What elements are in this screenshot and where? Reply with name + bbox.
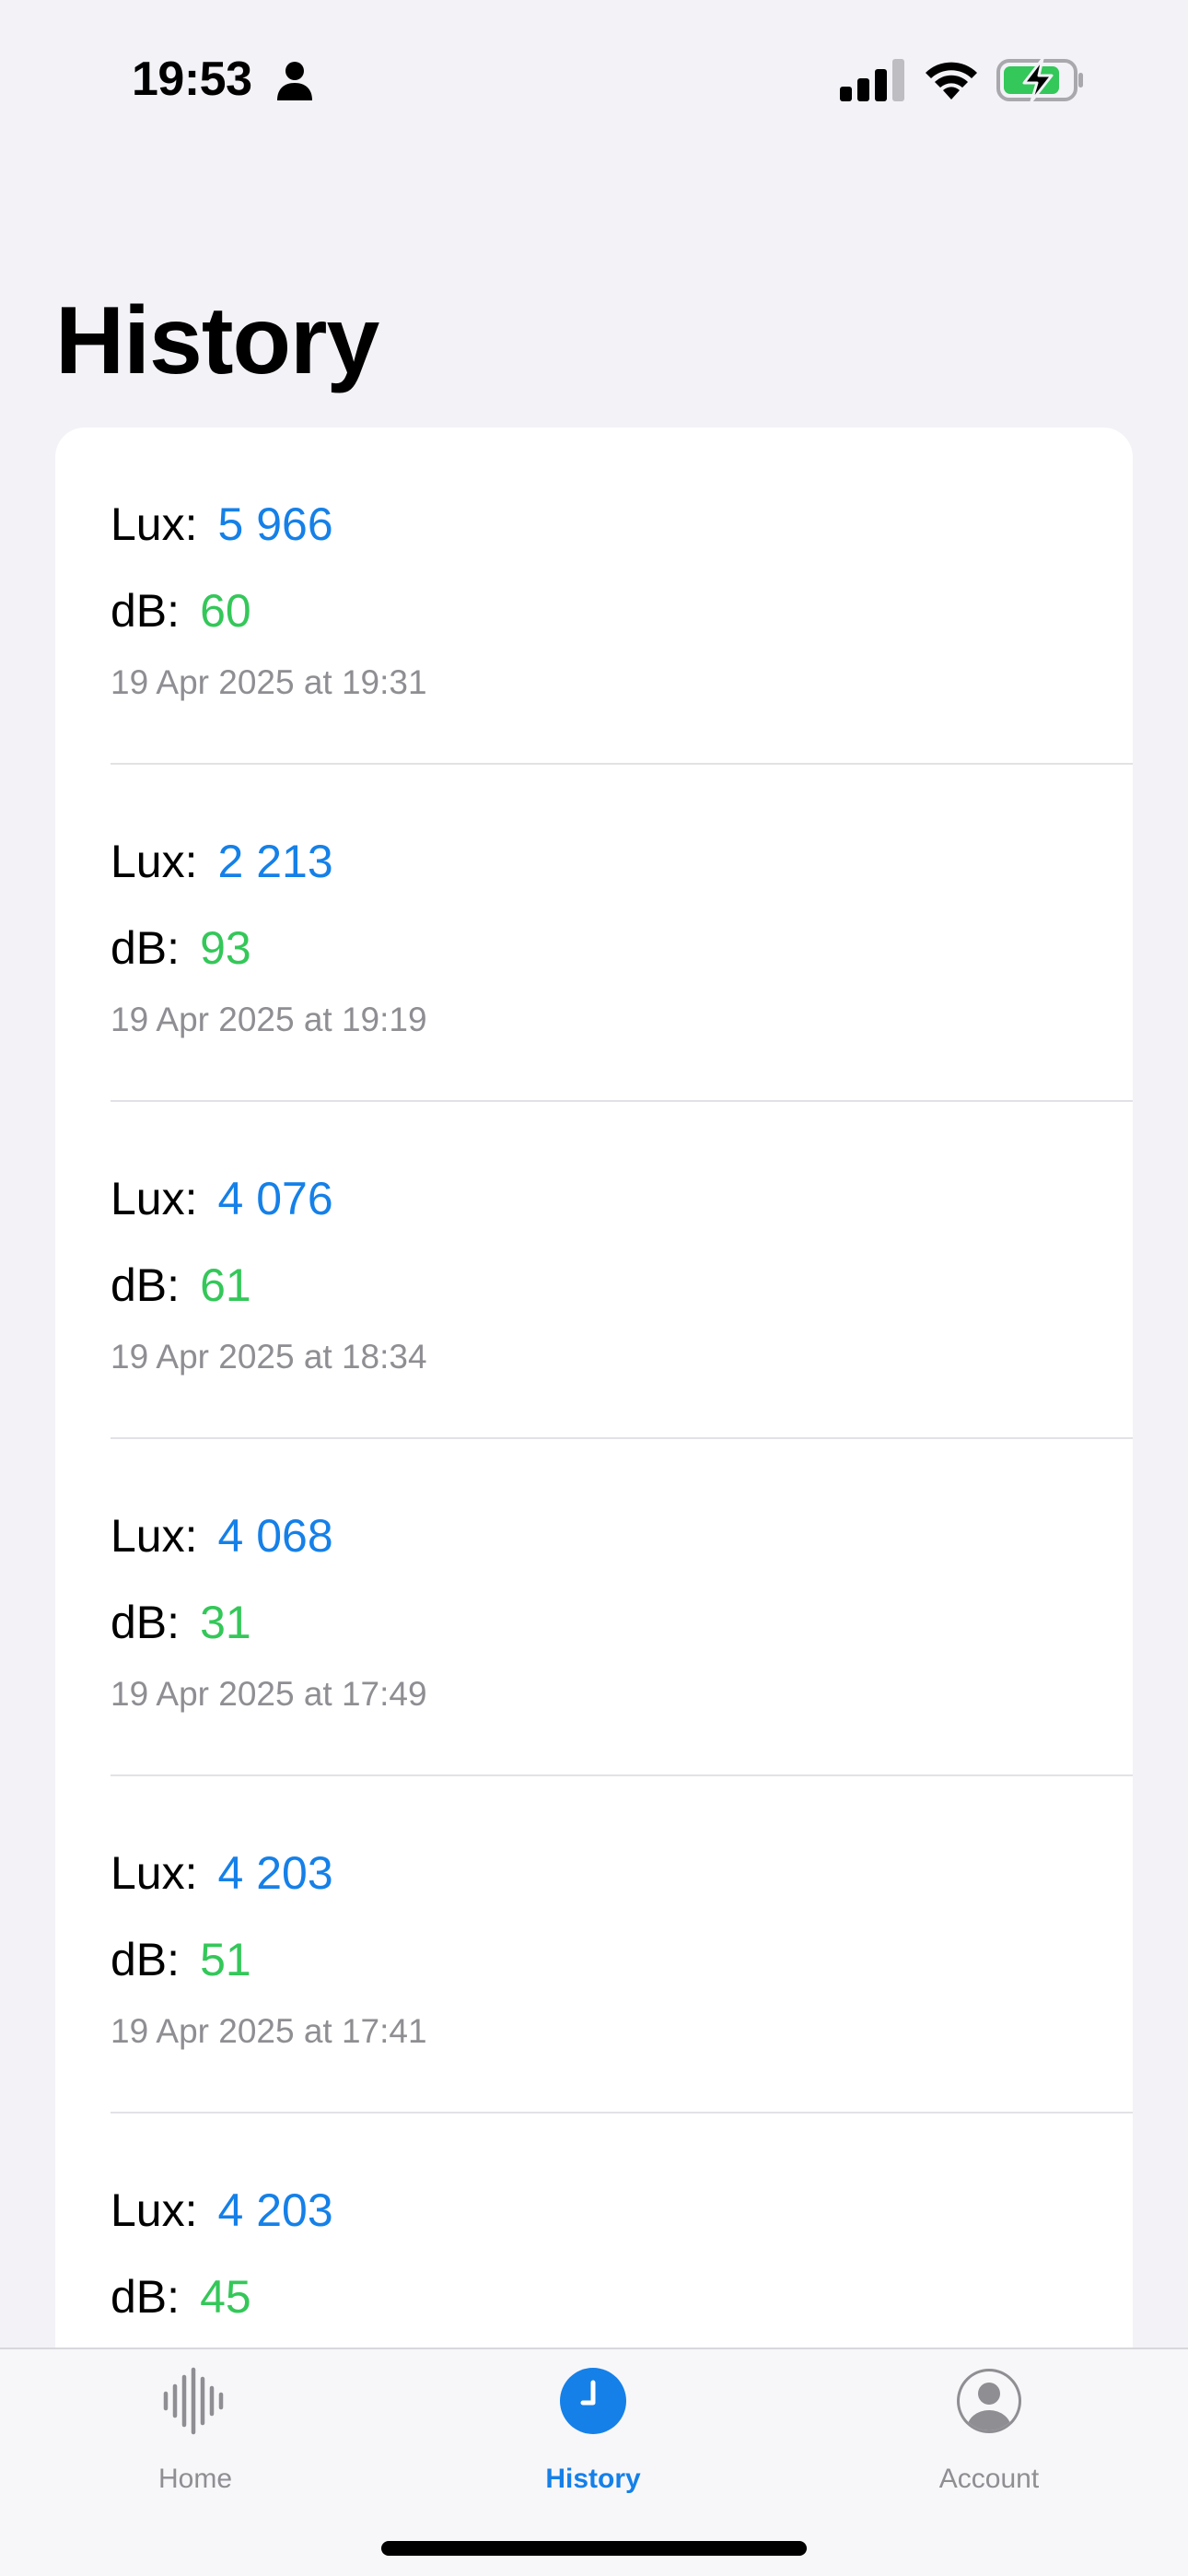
waveform-icon: [163, 2367, 224, 2435]
db-value: 93: [200, 922, 251, 974]
lux-line: Lux: 4 203: [111, 1850, 333, 1896]
lux-label: Lux:: [111, 836, 198, 887]
lux-value: 4 076: [217, 1173, 333, 1224]
person-circle-icon: [957, 2369, 1021, 2433]
db-label: dB:: [111, 922, 181, 974]
tab-account[interactable]: Account: [851, 2349, 1127, 2534]
row-date: 19 Apr 2025 at 17:41: [111, 2012, 427, 2050]
lux-label: Lux:: [111, 1847, 198, 1899]
history-row[interactable]: Lux: 2 213 dB: 93 19 Apr 2025 at 19:19: [55, 765, 1133, 1102]
lux-value: 5 966: [217, 498, 333, 550]
person-icon: [277, 62, 312, 100]
status-time: 19:53: [132, 53, 252, 106]
lux-line: Lux: 4 203: [111, 2187, 333, 2233]
db-label: dB:: [111, 1934, 181, 1985]
db-line: dB: 61: [111, 1262, 251, 1308]
db-line: dB: 51: [111, 1937, 251, 1983]
row-date: 19 Apr 2025 at 19:31: [111, 663, 427, 701]
row-date: 19 Apr 2025 at 19:19: [111, 1001, 427, 1038]
db-label: dB:: [111, 1597, 181, 1648]
lux-line: Lux: 2 213: [111, 838, 333, 884]
db-value: 31: [200, 1597, 251, 1648]
db-value: 60: [200, 585, 251, 637]
tab-home[interactable]: Home: [57, 2349, 333, 2534]
db-value: 45: [200, 2271, 251, 2323]
page-title: History: [55, 287, 379, 394]
lux-value: 4 203: [217, 2184, 333, 2236]
battery-charging-icon: [996, 57, 1083, 103]
cellular-signal-icon: [840, 59, 904, 101]
lux-label: Lux:: [111, 2184, 198, 2236]
lux-line: Lux: 4 068: [111, 1513, 333, 1559]
db-line: dB: 45: [111, 2274, 251, 2320]
lux-value: 2 213: [217, 836, 333, 887]
tab-history[interactable]: History: [455, 2349, 731, 2534]
row-date: 19 Apr 2025 at 18:34: [111, 1338, 427, 1376]
db-value: 51: [200, 1934, 251, 1985]
lux-label: Lux:: [111, 1510, 198, 1562]
db-line: dB: 60: [111, 588, 251, 634]
wifi-icon: [926, 62, 977, 100]
row-date: 19 Apr 2025 at 17:49: [111, 1675, 427, 1713]
db-label: dB:: [111, 585, 181, 637]
history-row[interactable]: Lux: 5 966 dB: 60 19 Apr 2025 at 19:31: [55, 427, 1133, 765]
db-line: dB: 93: [111, 925, 251, 971]
lux-line: Lux: 5 966: [111, 501, 333, 547]
history-list[interactable]: Lux: 5 966 dB: 60 19 Apr 2025 at 19:31 Lux…: [55, 427, 1133, 2576]
db-line: dB: 31: [111, 1599, 251, 1645]
db-value: 61: [200, 1259, 251, 1311]
lux-label: Lux:: [111, 498, 198, 550]
db-label: dB:: [111, 1259, 181, 1311]
screen: 19:53 History Lux: 5 966 dB: 60 19 Apr 2…: [0, 0, 1188, 2576]
home-indicator[interactable]: [381, 2541, 807, 2556]
status-bar: 19:53: [0, 0, 1188, 157]
tab-history-label: History: [545, 2464, 641, 2494]
clock-icon: [560, 2368, 626, 2434]
history-row[interactable]: Lux: 4 076 dB: 61 19 Apr 2025 at 18:34: [55, 1102, 1133, 1439]
db-label: dB:: [111, 2271, 181, 2323]
lux-value: 4 068: [217, 1510, 333, 1562]
tab-account-label: Account: [938, 2464, 1040, 2494]
tab-home-label: Home: [157, 2464, 233, 2494]
history-row[interactable]: Lux: 4 203 dB: 51 19 Apr 2025 at 17:41: [55, 1776, 1133, 2113]
history-row[interactable]: Lux: 4 068 dB: 31 19 Apr 2025 at 17:49: [55, 1439, 1133, 1776]
lux-label: Lux:: [111, 1173, 198, 1224]
lux-line: Lux: 4 076: [111, 1176, 333, 1222]
lux-value: 4 203: [217, 1847, 333, 1899]
